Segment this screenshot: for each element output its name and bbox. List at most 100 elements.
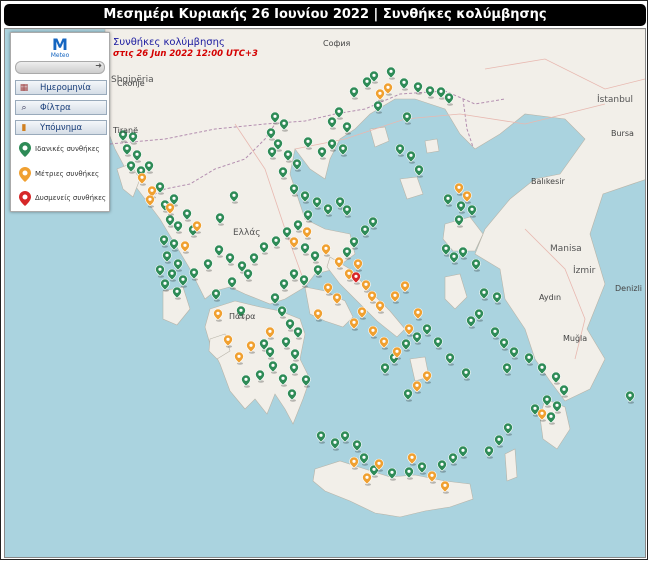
beach-marker-ideal[interactable] — [467, 204, 477, 218]
beach-marker-ideal[interactable] — [401, 338, 411, 352]
beach-marker-ideal[interactable] — [417, 461, 427, 475]
place-label-tirane: Tiranë — [113, 126, 139, 135]
beach-marker-ideal[interactable] — [178, 274, 188, 288]
beach-marker-ideal[interactable] — [403, 388, 413, 402]
place-label-patra: Πάτρα — [229, 312, 256, 321]
beach-marker-moderate[interactable] — [349, 317, 359, 331]
beach-marker-ideal[interactable] — [169, 238, 179, 252]
beach-marker-moderate[interactable] — [454, 182, 464, 196]
beach-marker-ideal[interactable] — [492, 291, 502, 305]
beach-marker-ideal[interactable] — [479, 287, 489, 301]
page-title: Μεσημέρι Κυριακής 26 Ιουνίου 2022 | Συνθ… — [4, 4, 646, 26]
beach-marker-ideal[interactable] — [360, 224, 370, 238]
beach-marker-ideal[interactable] — [422, 323, 432, 337]
legend-button[interactable]: ▮ Υπόμνημα — [15, 120, 107, 135]
place-label-shqiperia: Shqipëria — [111, 75, 154, 85]
beach-marker-ideal[interactable] — [537, 362, 547, 376]
beach-marker-ideal[interactable] — [323, 203, 333, 217]
beach-marker-ideal[interactable] — [461, 367, 471, 381]
beach-marker-ideal[interactable] — [227, 276, 237, 290]
land-peloponnese — [204, 300, 311, 425]
beach-marker-ideal[interactable] — [524, 352, 534, 366]
beach-marker-ideal[interactable] — [448, 452, 458, 466]
beach-marker-ideal[interactable] — [414, 164, 424, 178]
beach-marker-moderate[interactable] — [353, 258, 363, 272]
beach-marker-ideal[interactable] — [380, 362, 390, 376]
beach-marker-ideal[interactable] — [300, 190, 310, 204]
legend-button-label: Υπόμνημα — [40, 123, 83, 133]
filters-button-label: Φίλτρα — [40, 103, 71, 113]
land-lemnos — [399, 176, 424, 200]
beach-marker-ideal[interactable] — [484, 445, 494, 459]
beach-marker-ideal[interactable] — [458, 445, 468, 459]
beach-marker-moderate[interactable] — [422, 370, 432, 384]
land-karpathos — [504, 448, 518, 482]
beach-marker-ideal[interactable] — [503, 422, 513, 436]
beach-marker-ideal[interactable] — [445, 352, 455, 366]
orange-pin-icon — [19, 167, 31, 182]
beach-marker-ideal[interactable] — [443, 193, 453, 207]
beach-marker-ideal[interactable] — [189, 267, 199, 281]
beach-marker-ideal[interactable] — [342, 204, 352, 218]
place-label-mugla: Muğla — [563, 334, 588, 343]
beach-marker-ideal[interactable] — [509, 346, 519, 360]
beach-marker-ideal[interactable] — [406, 150, 416, 164]
beach-marker-ideal[interactable] — [352, 439, 362, 453]
beach-marker-ideal[interactable] — [494, 434, 504, 448]
land-chios — [444, 273, 468, 310]
beach-marker-ideal[interactable] — [471, 258, 481, 272]
beach-marker-moderate[interactable] — [400, 280, 410, 294]
beach-marker-ideal[interactable] — [340, 430, 350, 444]
beach-marker-ideal[interactable] — [359, 452, 369, 466]
beach-marker-ideal[interactable] — [437, 459, 447, 473]
beach-marker-ideal[interactable] — [502, 362, 512, 376]
beach-marker-ideal[interactable] — [159, 234, 169, 248]
beach-marker-moderate[interactable] — [368, 325, 378, 339]
beach-marker-ideal[interactable] — [338, 143, 348, 157]
swimming-conditions-map[interactable]: Скопје София İstanbul Tiranë Shqipëria Ε… — [4, 28, 646, 558]
beach-marker-ideal[interactable] — [441, 243, 451, 257]
beach-marker-ideal[interactable] — [456, 200, 466, 214]
beach-marker-ideal[interactable] — [292, 158, 302, 172]
beach-marker-ideal[interactable] — [313, 264, 323, 278]
beach-marker-ideal[interactable] — [373, 100, 383, 114]
beach-marker-ideal[interactable] — [402, 111, 412, 125]
beach-marker-ideal[interactable] — [474, 308, 484, 322]
beach-marker-moderate[interactable] — [404, 323, 414, 337]
beach-marker-ideal[interactable] — [490, 326, 500, 340]
beach-marker-moderate[interactable] — [413, 307, 423, 321]
page-frame: Μεσημέρι Κυριακής 26 Ιουνίου 2022 | Συνθ… — [0, 0, 648, 560]
beach-marker-ideal[interactable] — [312, 196, 322, 210]
beach-marker-moderate[interactable] — [379, 336, 389, 350]
beach-marker-ideal[interactable] — [625, 390, 635, 404]
beach-marker-ideal[interactable] — [211, 288, 221, 302]
beach-marker-moderate[interactable] — [145, 194, 155, 208]
beach-marker-ideal[interactable] — [155, 264, 165, 278]
beach-marker-moderate[interactable] — [412, 380, 422, 394]
place-label-manisa: Manisa — [550, 244, 582, 254]
beach-marker-ideal[interactable] — [167, 268, 177, 282]
beach-marker-moderate[interactable] — [313, 308, 323, 322]
beach-marker-ideal[interactable] — [160, 278, 170, 292]
green-pin-icon — [19, 142, 31, 157]
beach-marker-ideal[interactable] — [162, 250, 172, 264]
beach-marker-ideal[interactable] — [270, 292, 280, 306]
beach-marker-ideal[interactable] — [412, 331, 422, 345]
date-button[interactable]: ▦ Ημερομηνία — [15, 80, 107, 95]
beach-marker-moderate[interactable] — [390, 290, 400, 304]
search-bar[interactable]: ➜ — [15, 61, 105, 74]
beach-marker-ideal[interactable] — [368, 216, 378, 230]
beach-marker-ideal[interactable] — [433, 336, 443, 350]
filters-button[interactable]: ⌕ Φίλτρα — [15, 100, 107, 115]
beach-marker-ideal[interactable] — [330, 437, 340, 451]
beach-marker-ideal[interactable] — [449, 251, 459, 265]
beach-marker-ideal[interactable] — [499, 337, 509, 351]
beach-marker-ideal[interactable] — [466, 315, 476, 329]
legend-item-ideal-label: Ιδανικές συνθήκες — [35, 145, 100, 153]
beach-marker-moderate[interactable] — [407, 452, 417, 466]
beach-marker-ideal[interactable] — [458, 246, 468, 260]
beach-marker-ideal[interactable] — [316, 430, 326, 444]
beach-marker-ideal[interactable] — [395, 143, 405, 157]
beach-marker-moderate[interactable] — [537, 408, 547, 422]
beach-marker-moderate[interactable] — [357, 306, 367, 320]
